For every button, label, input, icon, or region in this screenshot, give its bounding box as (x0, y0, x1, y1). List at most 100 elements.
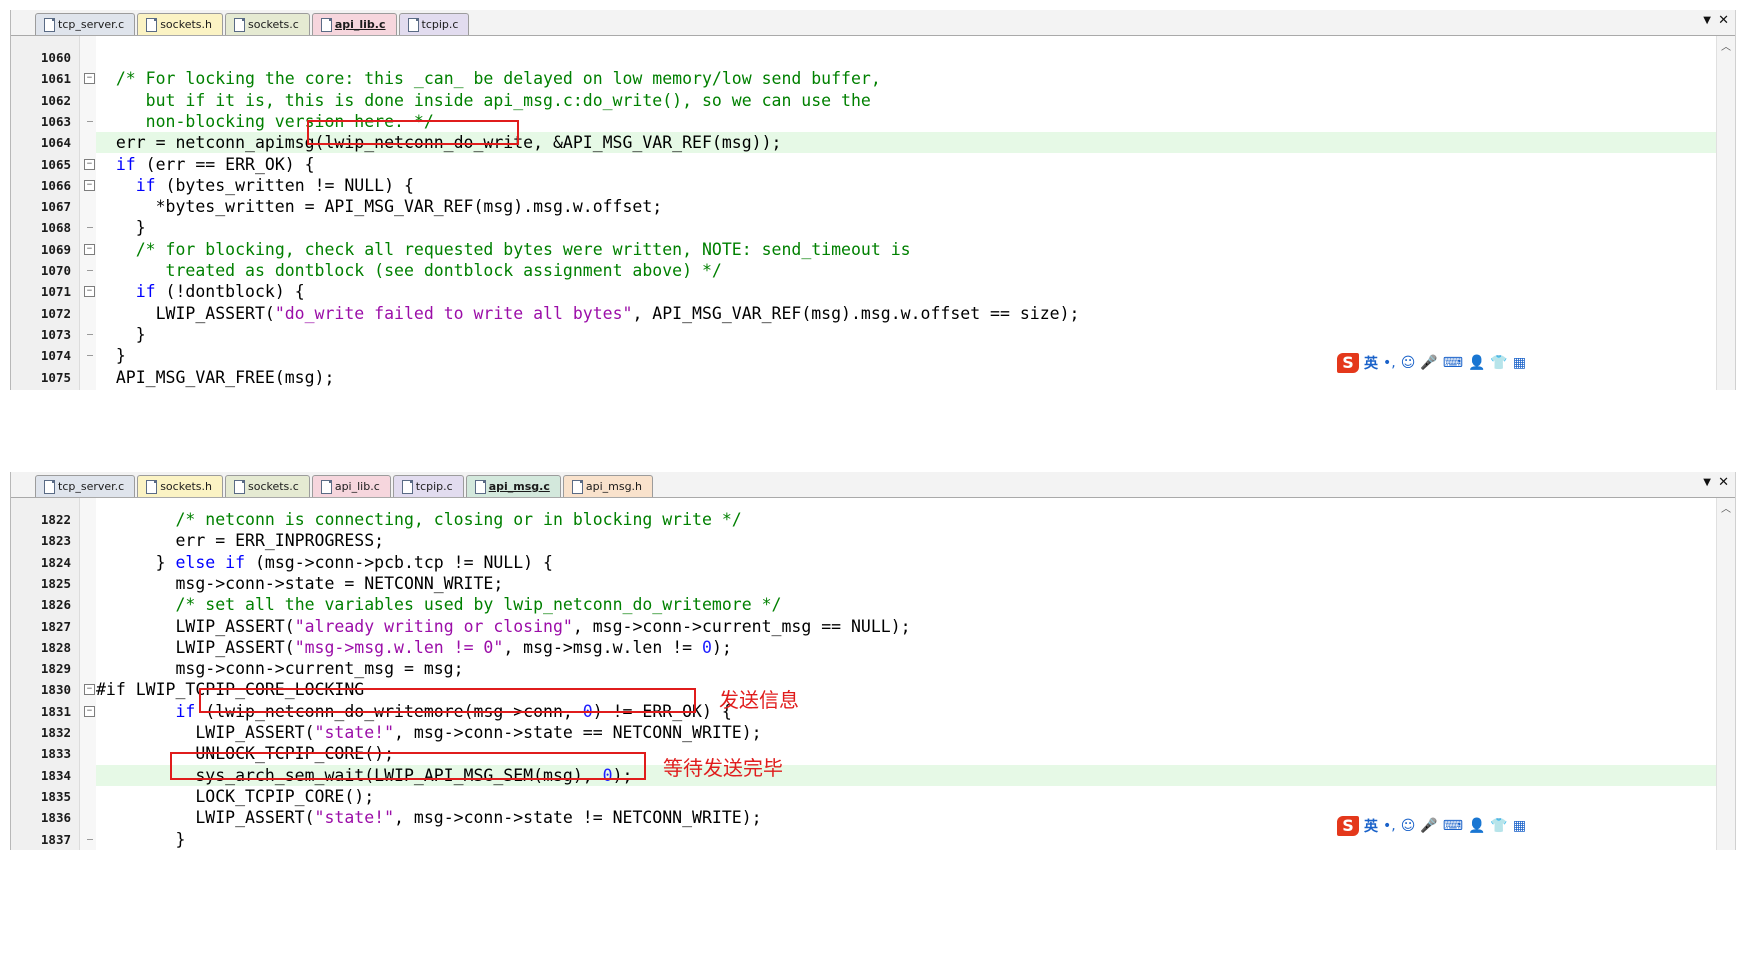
tab-dropdown-icon[interactable]: ▼ (1703, 477, 1711, 488)
code-text[interactable]: /* for blocking, check all requested byt… (96, 239, 1717, 260)
tab-api-msg-c[interactable]: api_msg.c (465, 475, 561, 497)
code-line[interactable]: 1063 non-blocking version here. */ (11, 111, 1717, 132)
code-text[interactable]: *bytes_written = API_MSG_VAR_REF(msg).ms… (96, 196, 1717, 217)
fold-collapse-icon[interactable]: − (84, 179, 95, 191)
ime-toolbar[interactable]: S 英 •, ☺ 🎤 ⌨ 👤 👕 ▦ (1333, 352, 1531, 374)
code-line[interactable]: 1828 LWIP_ASSERT("msg->msg.w.len != 0", … (11, 637, 1717, 658)
code-text[interactable]: #if LWIP_TCPIP_CORE_LOCKING (96, 679, 1717, 700)
tab-sockets-c[interactable]: sockets.c (224, 475, 310, 497)
code-text[interactable]: if (!dontblock) { (96, 281, 1717, 302)
code-line[interactable]: 1825 msg->conn->state = NETCONN_WRITE; (11, 573, 1717, 594)
code-line[interactable]: 1065 − if (err == ERR_OK) { (11, 154, 1717, 175)
code-text[interactable]: but if it is, this is done inside api_ms… (96, 90, 1717, 111)
code-line[interactable]: 1067 *bytes_written = API_MSG_VAR_REF(ms… (11, 196, 1717, 217)
emoji-icon[interactable]: ☺ (1401, 818, 1416, 834)
code-text[interactable]: LWIP_ASSERT("state!", msg->conn->state =… (96, 722, 1717, 743)
code-text[interactable]: treated as dontblock (see dontblock assi… (96, 260, 1717, 281)
code-line[interactable]: 1830 − #if LWIP_TCPIP_CORE_LOCKING (11, 679, 1717, 700)
code-text[interactable]: non-blocking version here. */ (96, 111, 1717, 132)
tab-tcpip-c[interactable]: tcpip.c (392, 475, 464, 497)
code-text[interactable] (96, 47, 1717, 68)
tab-sockets-h[interactable]: sockets.h (137, 475, 223, 497)
code-text[interactable]: if (err == ERR_OK) { (96, 154, 1717, 175)
code-line[interactable]: 1073 } (11, 324, 1717, 345)
vertical-scrollbar[interactable]: ︿ (1716, 498, 1735, 850)
code-line[interactable]: 1829 msg->conn->current_msg = msg; (11, 658, 1717, 679)
tab-tcp-server-c[interactable]: tcp_server.c (35, 13, 136, 35)
code-text[interactable]: msg->conn->current_msg = msg; (96, 658, 1717, 679)
code-line[interactable]: 1823 err = ERR_INPROGRESS; (11, 530, 1717, 551)
microphone-icon[interactable]: 🎤 (1420, 818, 1437, 834)
code-line[interactable]: 1069 − /* for blocking, check all request… (11, 239, 1717, 260)
close-icon[interactable]: ✕ (1718, 475, 1729, 490)
fold-collapse-icon[interactable]: − (84, 705, 95, 717)
code-line[interactable]: 1826 /* set all the variables used by lw… (11, 594, 1717, 615)
code-line[interactable]: 1824 } else if (msg->conn->pcb.tcp != NU… (11, 552, 1717, 573)
code-line[interactable]: 1068 } (11, 217, 1717, 238)
fold-collapse-icon[interactable]: − (84, 158, 95, 170)
code-line[interactable]: 1070 treated as dontblock (see dontblock… (11, 260, 1717, 281)
code-text[interactable]: LWIP_ASSERT("msg->msg.w.len != 0", msg->… (96, 637, 1717, 658)
code-text[interactable]: UNLOCK_TCPIP_CORE(); (96, 743, 1717, 764)
microphone-icon[interactable]: 🎤 (1420, 355, 1437, 371)
user-icon[interactable]: 👤 (1468, 818, 1485, 834)
code-line[interactable]: 1060 (11, 47, 1717, 68)
code-line[interactable]: 1062 but if it is, this is done inside a… (11, 90, 1717, 111)
language-mode-label[interactable]: 英 (1364, 816, 1378, 836)
code-editor[interactable]: 1060 1061 − /* For locking the core: this … (11, 36, 1717, 390)
sogou-logo-icon[interactable]: S (1337, 816, 1359, 836)
code-line[interactable]: 1835 LOCK_TCPIP_CORE(); (11, 786, 1717, 807)
code-text[interactable]: err = ERR_INPROGRESS; (96, 530, 1717, 551)
code-text[interactable]: } (96, 217, 1717, 238)
code-line[interactable]: 1831 − if (lwip_netconn_do_writemore(msg-… (11, 701, 1717, 722)
code-line[interactable]: 1064 err = netconn_apimsg(lwip_netconn_d… (11, 132, 1717, 154)
scroll-up-icon[interactable]: ︿ (1721, 500, 1731, 515)
fold-collapse-icon[interactable]: − (84, 286, 95, 298)
language-mode-label[interactable]: 英 (1364, 353, 1378, 373)
sogou-logo-icon[interactable]: S (1337, 353, 1359, 373)
punctuation-icon[interactable]: •, (1383, 355, 1396, 371)
emoji-icon[interactable]: ☺ (1401, 355, 1416, 371)
code-text[interactable]: /* netconn is connecting, closing or in … (96, 509, 1717, 530)
close-icon[interactable]: ✕ (1718, 13, 1729, 28)
code-text[interactable]: LWIP_ASSERT("already writing or closing"… (96, 616, 1717, 637)
skin-icon[interactable]: 👕 (1490, 818, 1507, 834)
code-text[interactable]: } else if (msg->conn->pcb.tcp != NULL) { (96, 552, 1717, 573)
code-line[interactable]: 1061 − /* For locking the core: this _can… (11, 68, 1717, 89)
tab-api-lib-c[interactable]: api_lib.c (311, 13, 397, 35)
tab-tcp-server-c[interactable]: tcp_server.c (35, 475, 136, 497)
skin-icon[interactable]: 👕 (1490, 355, 1507, 371)
tab-tcpip-c[interactable]: tcpip.c (398, 13, 470, 35)
code-text[interactable]: } (96, 324, 1717, 345)
code-line[interactable]: 1832 LWIP_ASSERT("state!", msg->conn->st… (11, 722, 1717, 743)
code-line[interactable]: 1822 /* netconn is connecting, closing o… (11, 509, 1717, 530)
code-line[interactable]: 1833 UNLOCK_TCPIP_CORE(); (11, 743, 1717, 764)
punctuation-icon[interactable]: •, (1383, 818, 1396, 834)
code-text[interactable]: if (bytes_written != NULL) { (96, 175, 1717, 196)
code-text[interactable]: /* set all the variables used by lwip_ne… (96, 594, 1717, 615)
fold-collapse-icon[interactable]: − (84, 684, 95, 696)
code-line[interactable]: 1834 sys_arch_sem_wait(LWIP_API_MSG_SEM(… (11, 764, 1717, 786)
code-text[interactable]: msg->conn->state = NETCONN_WRITE; (96, 573, 1717, 594)
toolbox-icon[interactable]: ▦ (1513, 818, 1526, 834)
code-text[interactable]: LOCK_TCPIP_CORE(); (96, 786, 1717, 807)
ime-toolbar[interactable]: S 英 •, ☺ 🎤 ⌨ 👤 👕 ▦ (1333, 815, 1531, 837)
code-line[interactable]: 1071 − if (!dontblock) { (11, 281, 1717, 302)
code-text[interactable]: err = netconn_apimsg(lwip_netconn_do_wri… (96, 132, 1717, 154)
code-line[interactable]: 1066 − if (bytes_written != NULL) { (11, 175, 1717, 196)
code-editor[interactable]: 1822 /* netconn is connecting, closing o… (11, 498, 1717, 850)
keyboard-icon[interactable]: ⌨ (1443, 355, 1463, 371)
toolbox-icon[interactable]: ▦ (1513, 355, 1526, 371)
code-text[interactable]: sys_arch_sem_wait(LWIP_API_MSG_SEM(msg),… (96, 764, 1717, 786)
code-line[interactable]: 1827 LWIP_ASSERT("already writing or clo… (11, 616, 1717, 637)
fold-collapse-icon[interactable]: − (84, 73, 95, 85)
user-icon[interactable]: 👤 (1468, 355, 1485, 371)
scroll-up-icon[interactable]: ︿ (1721, 38, 1731, 53)
fold-collapse-icon[interactable]: − (84, 243, 95, 255)
tab-api-lib-c[interactable]: api_lib.c (311, 475, 391, 497)
code-line[interactable]: 1072 LWIP_ASSERT("do_write failed to wri… (11, 303, 1717, 324)
code-text[interactable]: if (lwip_netconn_do_writemore(msg->conn,… (96, 701, 1717, 722)
tab-dropdown-icon[interactable]: ▼ (1703, 15, 1711, 26)
tab-api-msg-h[interactable]: api_msg.h (562, 475, 654, 497)
tab-sockets-c[interactable]: sockets.c (224, 13, 310, 35)
